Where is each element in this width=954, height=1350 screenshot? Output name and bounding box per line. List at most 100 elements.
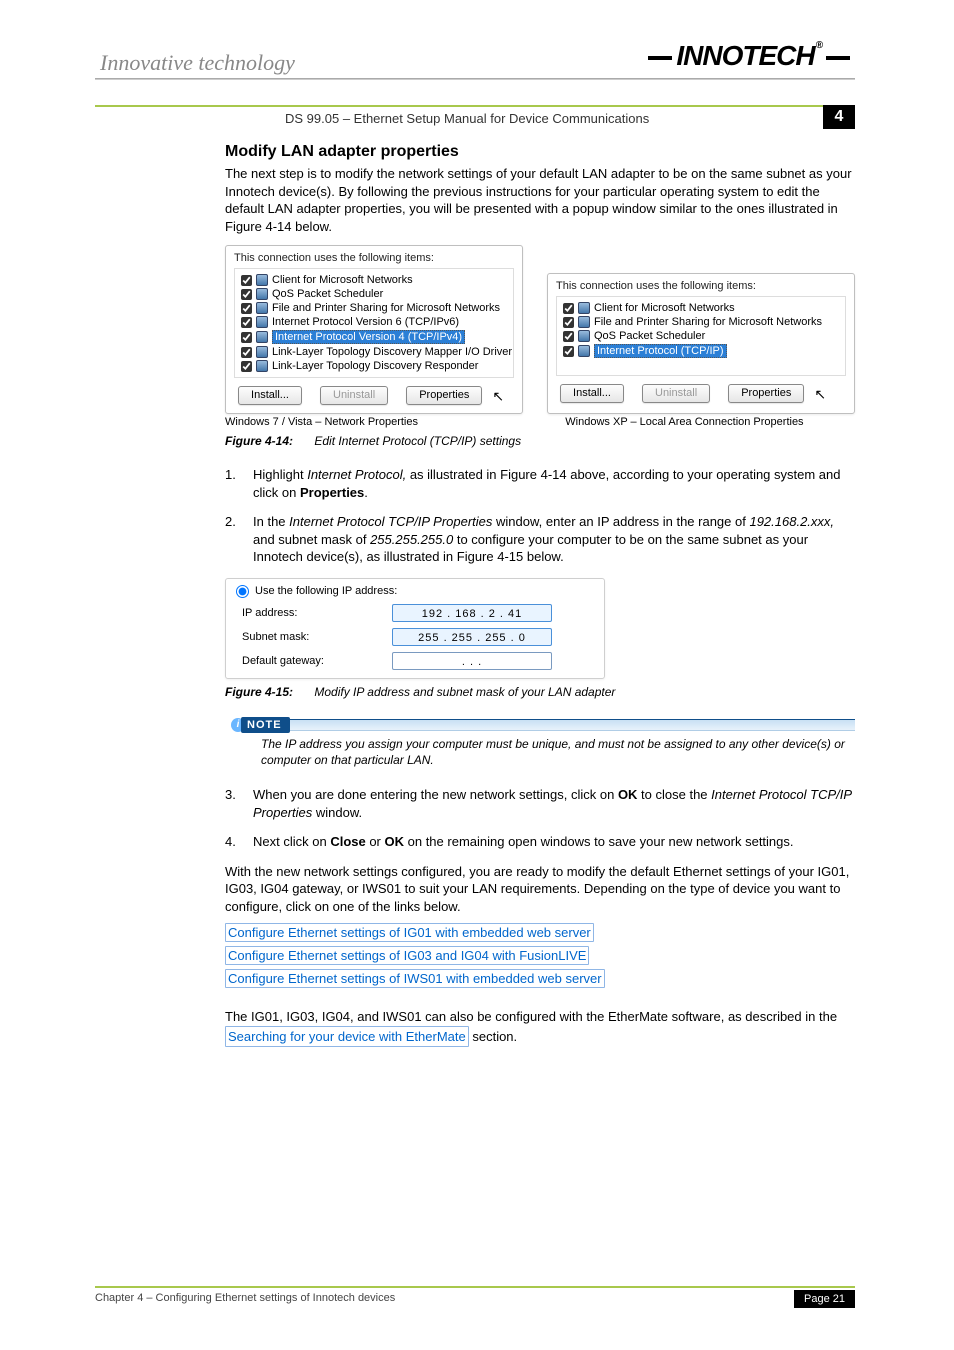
list-item[interactable]: Client for Microsoft Networks [241, 273, 507, 287]
text: section. [469, 1029, 517, 1044]
network-icon [256, 274, 268, 286]
note-header: i NOTE [225, 717, 855, 733]
steps-3-4: 3. When you are done entering the new ne… [225, 786, 855, 851]
text: or [366, 834, 385, 849]
text: to close the [637, 787, 711, 802]
text: Close [330, 834, 365, 849]
checkbox-icon[interactable] [241, 332, 252, 343]
list-item[interactable]: QoS Packet Scheduler [563, 329, 839, 343]
uninstall-button[interactable]: Uninstall [642, 384, 710, 403]
item-label: QoS Packet Scheduler [272, 288, 383, 300]
text: Internet Protocol, [307, 467, 406, 482]
checkbox-icon[interactable] [563, 317, 574, 328]
intro-paragraph: The next step is to modify the network s… [225, 165, 855, 235]
cursor-icon: ↖ [492, 388, 504, 405]
radio-label: Use the following IP address: [255, 585, 397, 597]
network-icon [578, 345, 590, 357]
checkbox-icon[interactable] [563, 331, 574, 342]
figure-text: Edit Internet Protocol (TCP/IP) settings [314, 434, 521, 448]
winxp-properties-box: This connection uses the following items… [547, 273, 855, 414]
titlebar-topline [95, 105, 855, 107]
config-links-block: Configure Ethernet settings of IG01 with… [225, 923, 855, 992]
network-icon [256, 316, 268, 328]
checkbox-icon[interactable] [563, 303, 574, 314]
network-icon [578, 330, 590, 342]
link-ig01[interactable]: Configure Ethernet settings of IG01 with… [225, 923, 594, 942]
text: on the remaining open windows to save yo… [404, 834, 794, 849]
list-item[interactable]: File and Printer Sharing for Microsoft N… [241, 301, 507, 315]
radio-icon[interactable] [236, 585, 249, 598]
item-label: QoS Packet Scheduler [594, 330, 705, 342]
page-number-badge: Page 21 [794, 1290, 855, 1308]
link-iws01[interactable]: Configure Ethernet settings of IWS01 wit… [225, 969, 605, 988]
ip-settings-screenshot: Use the following IP address: IP address… [225, 578, 605, 679]
list-item[interactable]: Client for Microsoft Networks [563, 301, 839, 315]
cursor-icon: ↖ [814, 386, 826, 403]
header-tagline: Innovative technology [100, 50, 295, 76]
figure-4-14-screenshots: This connection uses the following items… [225, 245, 855, 414]
install-button[interactable]: Install... [238, 386, 302, 405]
header-underline [95, 78, 855, 80]
winxp-items-list: Client for Microsoft Networks File and P… [556, 296, 846, 376]
text: Highlight [253, 467, 307, 482]
list-item-selected[interactable]: Internet Protocol (TCP/IP) [563, 343, 839, 359]
step-4: 4. Next click on Close or OK on the rema… [225, 833, 855, 851]
list-item[interactable]: Link-Layer Topology Discovery Responder [241, 359, 507, 373]
text: When you are done entering the new netwo… [253, 787, 618, 802]
item-label: Client for Microsoft Networks [594, 302, 735, 314]
figure-number: Figure 4-14: [225, 434, 293, 448]
item-label: File and Printer Sharing for Microsoft N… [594, 316, 822, 328]
logo-line-right-icon [826, 56, 850, 60]
network-icon [256, 288, 268, 300]
item-label: Client for Microsoft Networks [272, 274, 413, 286]
list-item[interactable]: Internet Protocol Version 6 (TCP/IPv6) [241, 315, 507, 329]
subnet-mask-field[interactable]: 255 . 255 . 255 . 0 [392, 628, 552, 646]
step-1: 1. Highlight Internet Protocol, as illus… [225, 466, 855, 501]
final-paragraph: The IG01, IG03, IG04, and IWS01 can also… [225, 1008, 855, 1047]
step-2: 2. In the Internet Protocol TCP/IP Prope… [225, 513, 855, 566]
win7-items-label: This connection uses the following items… [234, 252, 514, 264]
text: OK [385, 834, 405, 849]
ip-radio-row[interactable]: Use the following IP address: [236, 585, 594, 598]
link-ethermate[interactable]: Searching for your device with EtherMate [225, 1026, 469, 1048]
title-bar: DS 99.05 – Ethernet Setup Manual for Dev… [95, 105, 855, 131]
document-title: DS 99.05 – Ethernet Setup Manual for Dev… [285, 111, 649, 126]
ip-address-field[interactable]: 192 . 168 . 2 . 41 [392, 604, 552, 622]
item-label: File and Printer Sharing for Microsoft N… [272, 302, 500, 314]
chapter-number-box: 4 [823, 105, 855, 129]
default-gateway-field[interactable]: . . . [392, 652, 552, 670]
list-item[interactable]: File and Printer Sharing for Microsoft N… [563, 315, 839, 329]
figure-4-14-label: Figure 4-14: Edit Internet Protocol (TCP… [225, 434, 855, 448]
checkbox-icon[interactable] [241, 361, 252, 372]
network-icon [256, 360, 268, 372]
network-icon [256, 302, 268, 314]
link-ig03-ig04[interactable]: Configure Ethernet settings of IG03 and … [225, 946, 589, 965]
properties-button[interactable]: Properties [406, 386, 482, 405]
text: window, enter an IP address in the range… [492, 514, 749, 529]
uninstall-button[interactable]: Uninstall [320, 386, 388, 405]
checkbox-icon[interactable] [241, 275, 252, 286]
footer-chapter-text: Chapter 4 – Configuring Ethernet setting… [95, 1292, 395, 1304]
network-icon [256, 346, 268, 358]
network-icon [578, 302, 590, 314]
text: OK [618, 787, 638, 802]
checkbox-icon[interactable] [563, 346, 574, 357]
item-label: Link-Layer Topology Discovery Responder [272, 360, 478, 372]
win7-button-row: Install... Uninstall Properties ↖ [234, 386, 514, 405]
figure-number: Figure 4-15: [225, 685, 293, 699]
list-item-selected[interactable]: Internet Protocol Version 4 (TCP/IPv4) [241, 329, 507, 345]
win7-caption: Windows 7 / Vista – Network Properties [225, 416, 505, 428]
list-item[interactable]: Link-Layer Topology Discovery Mapper I/O… [241, 345, 507, 359]
winxp-button-row: Install... Uninstall Properties ↖ [556, 384, 846, 403]
note-bar [290, 719, 855, 731]
checkbox-icon[interactable] [241, 317, 252, 328]
install-button[interactable]: Install... [560, 384, 624, 403]
checkbox-icon[interactable] [241, 347, 252, 358]
list-item[interactable]: QoS Packet Scheduler [241, 287, 507, 301]
text: window. [312, 805, 362, 820]
checkbox-icon[interactable] [241, 289, 252, 300]
win7-items-list: Client for Microsoft Networks QoS Packet… [234, 268, 514, 378]
properties-button[interactable]: Properties [728, 384, 804, 403]
text: . [364, 485, 368, 500]
checkbox-icon[interactable] [241, 303, 252, 314]
